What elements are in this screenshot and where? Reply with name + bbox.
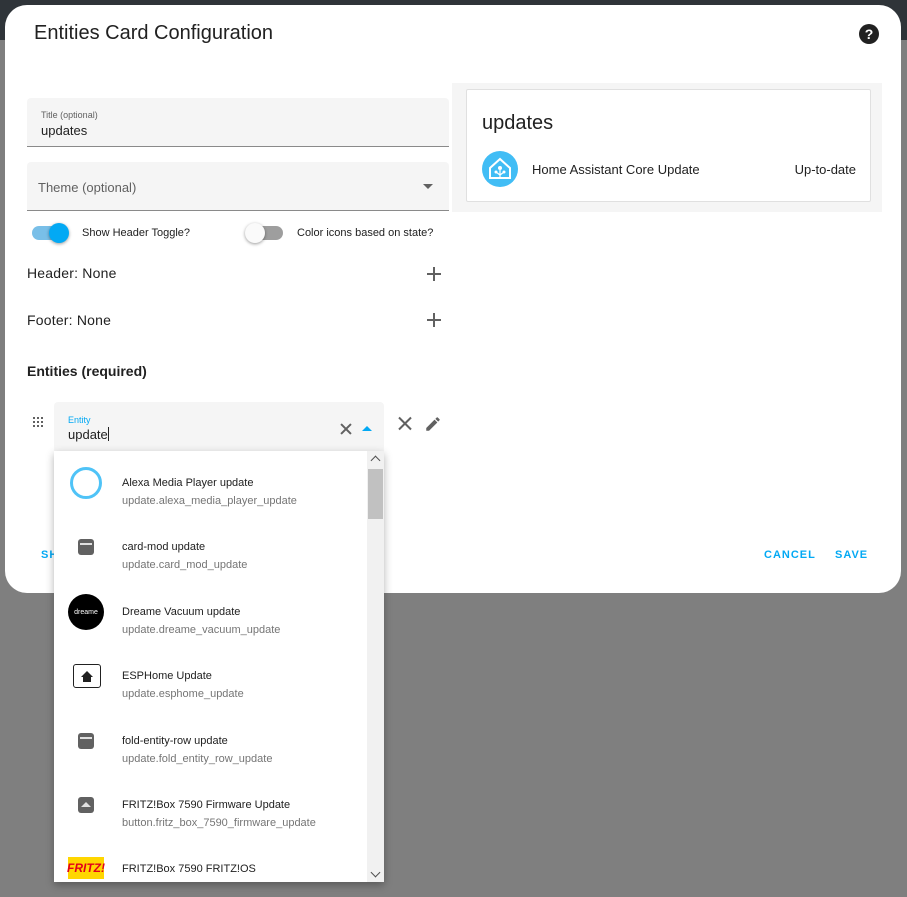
package-glyph xyxy=(78,539,94,555)
theme-select-placeholder: Theme (optional) xyxy=(38,180,137,195)
list-item-entity-id: update.dreame_vacuum_update xyxy=(122,624,281,636)
collapse-arrow-icon[interactable] xyxy=(362,426,372,431)
list-item-entity-id: update.card_mod_update xyxy=(122,559,248,571)
list-item-name: ESPHome Update xyxy=(122,670,212,682)
list-item[interactable]: card-mod update update.card_mod_update xyxy=(54,515,367,579)
dreame-icon: dreame xyxy=(68,594,104,630)
switch-knob xyxy=(49,223,69,243)
list-item-name: FRITZ!Box 7590 FRITZ!OS xyxy=(122,863,256,875)
text-caret xyxy=(107,427,109,441)
esphome-icon xyxy=(68,658,104,694)
edit-pencil-icon[interactable] xyxy=(424,415,442,433)
entity-picker-input[interactable]: Entity update xyxy=(54,402,384,454)
list-item[interactable]: fold-entity-row update update.fold_entit… xyxy=(54,709,367,773)
switch-knob xyxy=(245,223,265,243)
entities-card-preview: updates Home Assistant Core Update Up-to… xyxy=(466,89,871,202)
entity-suggestions-listbox: Alexa Media Player update update.alexa_m… xyxy=(54,451,384,882)
entity-field-label: Entity xyxy=(68,415,91,425)
home-assistant-logo-icon xyxy=(489,157,511,179)
cancel-button[interactable]: CANCEL xyxy=(764,549,816,561)
listbox-scrollbar[interactable] xyxy=(367,451,384,882)
list-item[interactable]: FRITZ!Box 7590 Firmware Update button.fr… xyxy=(54,773,367,837)
title-field-label: Title (optional) xyxy=(41,110,98,120)
preview-entity-state: Up-to-date xyxy=(794,162,856,177)
add-header-plus-icon[interactable] xyxy=(427,267,441,281)
scroll-up-arrow-icon[interactable] xyxy=(370,455,381,466)
list-item-name: Alexa Media Player update xyxy=(122,477,254,489)
package-glyph xyxy=(78,733,94,749)
list-item[interactable]: dreame Dreame Vacuum update update.dream… xyxy=(54,580,367,644)
theme-select[interactable]: Theme (optional) xyxy=(27,162,449,211)
remove-entity-icon[interactable] xyxy=(399,415,411,432)
package-up-glyph xyxy=(78,797,94,813)
preview-entity-name: Home Assistant Core Update xyxy=(532,162,700,177)
title-field-value: updates xyxy=(41,123,88,138)
drag-handle-icon[interactable] xyxy=(33,417,43,427)
header-label: Header: None xyxy=(27,265,117,281)
list-item[interactable]: ESPHome Update update.esphome_update xyxy=(54,644,367,708)
show-header-toggle-label: Show Header Toggle? xyxy=(82,227,191,239)
footer-label: Footer: None xyxy=(27,312,112,328)
fritz-icon: FRITZ! xyxy=(67,851,105,882)
entities-section-title: Entities (required) xyxy=(27,363,147,379)
dreame-logo: dreame xyxy=(68,594,104,630)
entity-field-value: update xyxy=(68,427,109,442)
list-item-name: card-mod update xyxy=(122,541,206,553)
alexa-icon xyxy=(68,465,104,501)
list-item-entity-id: update.alexa_media_player_update xyxy=(122,495,297,507)
title-field[interactable]: Title (optional) updates xyxy=(27,98,449,147)
color-icons-switch[interactable] xyxy=(245,223,283,243)
alexa-ring xyxy=(70,467,102,499)
preview-card-title: updates xyxy=(482,112,554,134)
list-item-entity-id: update.esphome_update xyxy=(122,688,244,700)
dropdown-arrow-icon xyxy=(423,184,433,189)
list-item-entity-id: update.fold_entity_row_update xyxy=(122,753,273,765)
fritz-logo: FRITZ! xyxy=(67,857,105,879)
scrollbar-thumb[interactable] xyxy=(368,469,383,519)
package-icon xyxy=(68,529,104,565)
clear-input-icon[interactable] xyxy=(341,422,351,436)
save-button[interactable]: SAVE xyxy=(835,549,868,561)
add-footer-plus-icon[interactable] xyxy=(427,313,441,327)
home-assistant-icon xyxy=(482,151,518,187)
dialog-title: Entities Card Configuration xyxy=(34,22,274,44)
esphome-chip-glyph xyxy=(73,664,101,688)
list-item-entity-id: button.fritz_box_7590_firmware_update xyxy=(122,817,316,829)
package-up-icon xyxy=(68,787,104,823)
list-item[interactable]: Alexa Media Player update update.alexa_m… xyxy=(54,451,367,515)
scroll-down-arrow-icon[interactable] xyxy=(370,867,381,878)
show-header-toggle-switch[interactable] xyxy=(32,223,69,243)
list-item-name: Dreame Vacuum update xyxy=(122,606,241,618)
list-item-name: FRITZ!Box 7590 Firmware Update xyxy=(122,799,291,811)
package-icon xyxy=(68,723,104,759)
entity-field-text: update xyxy=(68,427,108,442)
color-icons-label: Color icons based on state? xyxy=(297,227,434,239)
list-item[interactable]: FRITZ! FRITZ!Box 7590 FRITZ!OS xyxy=(54,837,367,882)
list-item-name: fold-entity-row update xyxy=(122,735,228,747)
help-icon[interactable]: ? xyxy=(859,24,879,44)
